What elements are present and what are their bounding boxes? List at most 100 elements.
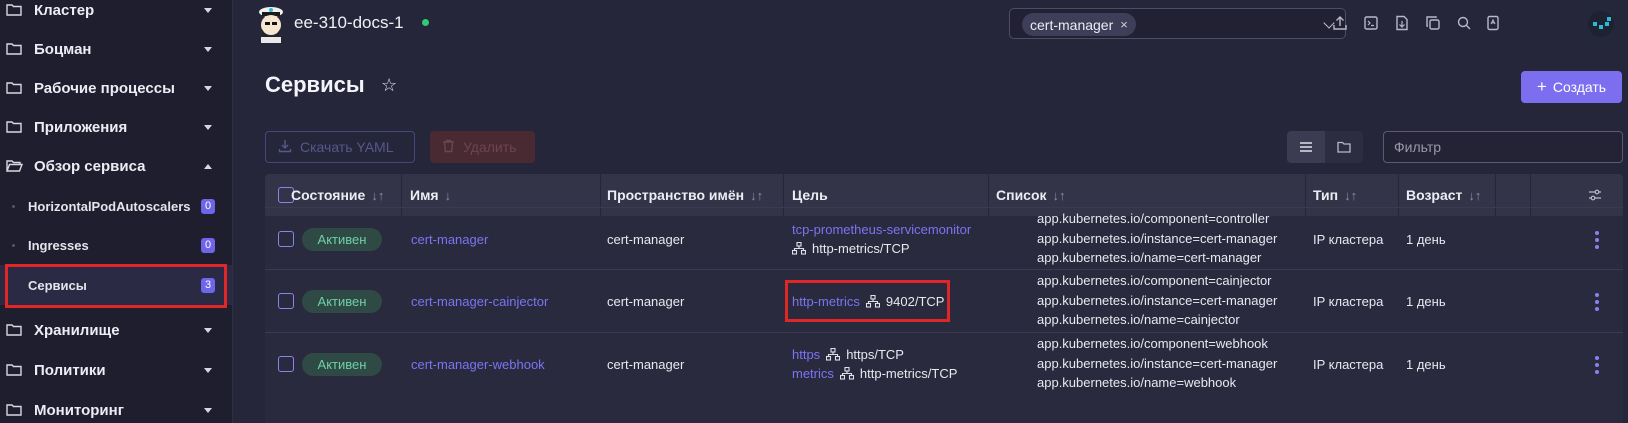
- table-row[interactable]: Активен cert-manager cert-manager tcp-pr…: [265, 207, 1623, 272]
- row-menu-icon[interactable]: [1595, 231, 1599, 249]
- delete-button[interactable]: Удалить: [430, 131, 535, 163]
- target-port-label: https/TCP: [846, 347, 904, 362]
- chevron-down-icon: [204, 85, 212, 91]
- download-yaml-button[interactable]: Скачать YAML: [265, 131, 415, 163]
- copy-icon[interactable]: [1425, 15, 1441, 31]
- type-cell: IP кластера: [1313, 232, 1384, 247]
- trash-icon: [442, 139, 455, 156]
- service-name-link[interactable]: cert-manager-webhook: [411, 357, 545, 372]
- search-icon[interactable]: [1456, 15, 1472, 31]
- folder-icon: [6, 3, 24, 17]
- upload-icon[interactable]: [1332, 15, 1348, 31]
- bullet-icon: [12, 243, 15, 247]
- target-link[interactable]: metrics: [792, 366, 834, 381]
- star-icon[interactable]: ☆: [381, 75, 397, 96]
- table-row[interactable]: Активен cert-manager-webhook cert-manage…: [265, 332, 1623, 397]
- target-link[interactable]: https: [792, 347, 820, 362]
- cluster-logo-icon[interactable]: [256, 3, 286, 43]
- chevron-up-icon: [204, 163, 212, 169]
- sort-icon: ↓↑: [371, 187, 385, 203]
- sidebar-item-cluster[interactable]: Кластер: [0, 0, 232, 30]
- folder-icon: [6, 120, 24, 134]
- sidebar-item-ingresses[interactable]: Ingresses 0: [0, 225, 232, 265]
- chip-close-icon[interactable]: ×: [1120, 17, 1128, 32]
- sidebar-item-label: Приложения: [34, 118, 128, 136]
- sidebar-item-hpa[interactable]: HorizontalPodAutoscalers 0: [0, 186, 232, 226]
- sidebar-item-label: Мониторинг: [34, 401, 124, 419]
- chevron-down-icon: [204, 124, 212, 130]
- status-badge: Активен: [302, 290, 382, 313]
- filter-input[interactable]: [1383, 131, 1623, 163]
- folder-view-button[interactable]: [1325, 131, 1363, 163]
- col-type-label: Тип: [1313, 187, 1339, 203]
- label-item: app.kubernetes.io/instance=cert-manager: [1037, 355, 1278, 371]
- sort-down-icon: ↓: [444, 187, 452, 203]
- labels-cell: app.kubernetes.io/component=webhook app.…: [1037, 334, 1277, 393]
- row-menu-icon[interactable]: [1595, 293, 1599, 311]
- col-target-label: Цель: [792, 187, 828, 203]
- avatar[interactable]: [1588, 11, 1614, 37]
- sidebar-item-storage[interactable]: Хранилище: [0, 310, 232, 350]
- download-yaml-label: Скачать YAML: [300, 139, 394, 155]
- sidebar-item-monitoring[interactable]: Мониторинг: [0, 390, 232, 423]
- sidebar-item-label: Кластер: [34, 1, 95, 19]
- row-checkbox[interactable]: [278, 231, 294, 247]
- chevron-down-icon: [204, 407, 212, 413]
- service-name-link[interactable]: cert-manager-cainjector: [411, 294, 548, 309]
- label-item: app.kubernetes.io/component=controller: [1037, 211, 1270, 226]
- service-name-link[interactable]: cert-manager: [411, 232, 488, 247]
- namespace-select[interactable]: cert-manager ×: [1009, 8, 1346, 39]
- list-view-button[interactable]: [1287, 131, 1325, 163]
- folder-icon: [6, 363, 24, 377]
- age-cell: 1 день: [1406, 357, 1446, 372]
- age-cell: 1 день: [1406, 232, 1446, 247]
- folder-icon: [6, 323, 24, 337]
- document-icon[interactable]: [1485, 15, 1501, 31]
- target-entry: metrics http-metrics/TCP: [792, 366, 957, 381]
- sidebar-item-workloads[interactable]: Рабочие процессы: [0, 68, 232, 108]
- column-settings-icon[interactable]: [1588, 188, 1602, 207]
- sidebar-item-apps[interactable]: Приложения: [0, 107, 232, 147]
- namespace-chip-label: cert-manager: [1030, 16, 1114, 33]
- label-item: app.kubernetes.io/component=webhook: [1037, 336, 1268, 351]
- sidebar-item-botsman[interactable]: Боцман: [0, 29, 232, 69]
- row-menu-icon[interactable]: [1595, 356, 1599, 374]
- download-file-icon[interactable]: [1394, 15, 1410, 31]
- highlight-box: [785, 280, 950, 322]
- label-item: app.kubernetes.io/component=cainjector: [1037, 273, 1272, 288]
- topbar: ee-310-docs-1 cert-manager ×: [233, 0, 1628, 48]
- network-icon: [826, 348, 841, 361]
- row-checkbox[interactable]: [278, 293, 294, 309]
- col-namespace-label: Пространство имён: [607, 187, 745, 203]
- sidebar-item-policies[interactable]: Политики: [0, 350, 232, 390]
- sidebar: Кластер Боцман Рабочие процессы Приложен…: [0, 0, 233, 423]
- col-labels-label: Список: [996, 187, 1047, 203]
- bullet-icon: [12, 204, 15, 208]
- sidebar-item-label: Боцман: [34, 40, 92, 58]
- create-button[interactable]: + Создать: [1521, 71, 1622, 103]
- folder-icon: [6, 403, 24, 417]
- label-item: app.kubernetes.io/instance=cert-manager: [1037, 292, 1278, 308]
- label-item: app.kubernetes.io/instance=cert-manager: [1037, 230, 1278, 246]
- cluster-name[interactable]: ee-310-docs-1: [294, 13, 404, 33]
- terminal-icon[interactable]: [1363, 15, 1379, 31]
- sidebar-item-label: Рабочие процессы: [34, 79, 175, 97]
- label-item: app.kubernetes.io/name=webhook: [1037, 375, 1237, 390]
- count-badge: 0: [201, 237, 215, 253]
- chevron-down-icon: [204, 46, 212, 52]
- list-icon: [1300, 142, 1312, 152]
- folder-icon: [1337, 141, 1351, 153]
- folder-icon: [6, 42, 24, 56]
- delete-label: Удалить: [463, 139, 517, 155]
- sort-icon: ↓↑: [750, 187, 764, 203]
- namespace-cell: cert-manager: [607, 232, 685, 247]
- target-link[interactable]: tcp-prometheus-servicemonitor: [792, 222, 971, 237]
- sidebar-item-label: Обзор сервиса: [34, 157, 146, 175]
- namespace-chip: cert-manager ×: [1022, 13, 1136, 36]
- network-icon: [839, 367, 854, 380]
- type-cell: IP кластера: [1313, 357, 1384, 372]
- row-checkbox[interactable]: [278, 356, 294, 372]
- type-cell: IP кластера: [1313, 294, 1384, 309]
- age-cell: 1 день: [1406, 294, 1446, 309]
- sidebar-item-service-overview[interactable]: Обзор сервиса: [0, 146, 232, 186]
